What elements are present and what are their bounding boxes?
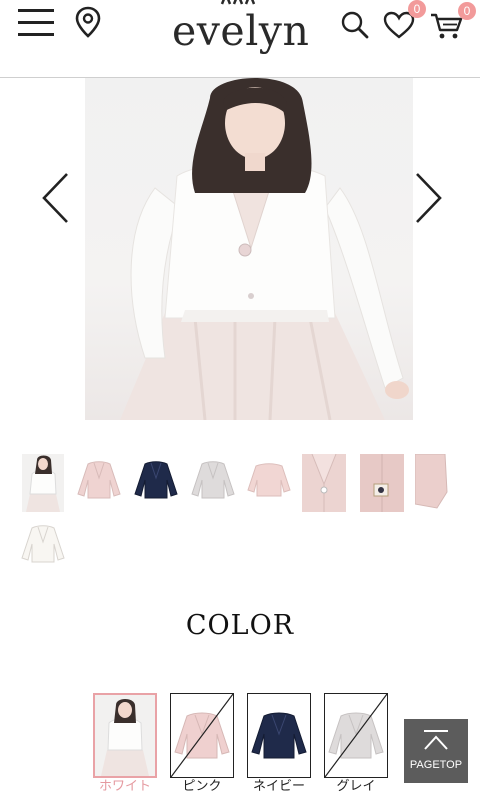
pagetop-label: PAGETOP [409,759,463,771]
site-header: evelyn 0 0 [0,0,480,78]
color-option-pink[interactable] [170,693,234,778]
brand-logo[interactable]: evelyn [172,0,310,64]
thumbnail-white-cardigan[interactable] [20,522,66,570]
map-pin-icon[interactable] [75,6,101,38]
thumbnail-pink-cardigan-flat[interactable] [246,458,292,506]
arrow-up-icon [424,730,448,750]
model-photo-illustration [120,78,409,420]
pagetop-button[interactable]: PAGETOP [404,719,468,783]
thumbnail-pink-cardigan[interactable] [76,458,122,506]
color-option-gray[interactable] [324,693,388,778]
thumbnail-gray-cardigan[interactable] [190,458,236,506]
menu-icon[interactable] [18,8,54,38]
thumbnail-detail-button[interactable] [360,454,404,512]
thumbnail-navy-cardigan[interactable] [133,458,179,506]
color-section-title: COLOR [185,610,295,641]
color-label-pink: ピンク [182,779,222,794]
thumbnail-model-white[interactable] [22,454,64,512]
cart-count-badge: 0 [458,2,476,20]
logo-text: evelyn [172,7,310,55]
next-image-arrow[interactable] [414,172,444,224]
color-label-gray: グレイ [336,779,376,794]
thumbnail-detail-cuff[interactable] [415,454,453,510]
search-icon[interactable] [340,10,370,40]
main-product-image[interactable] [85,78,413,420]
color-label-navy: ネイビー [252,779,305,794]
thumbnail-detail-front[interactable] [302,454,346,512]
color-label-white: ホワイト [98,779,151,794]
color-option-navy[interactable] [247,693,311,778]
favorites-count-badge: 0 [408,0,426,18]
previous-image-arrow[interactable] [40,172,70,224]
color-option-white[interactable] [93,693,157,778]
